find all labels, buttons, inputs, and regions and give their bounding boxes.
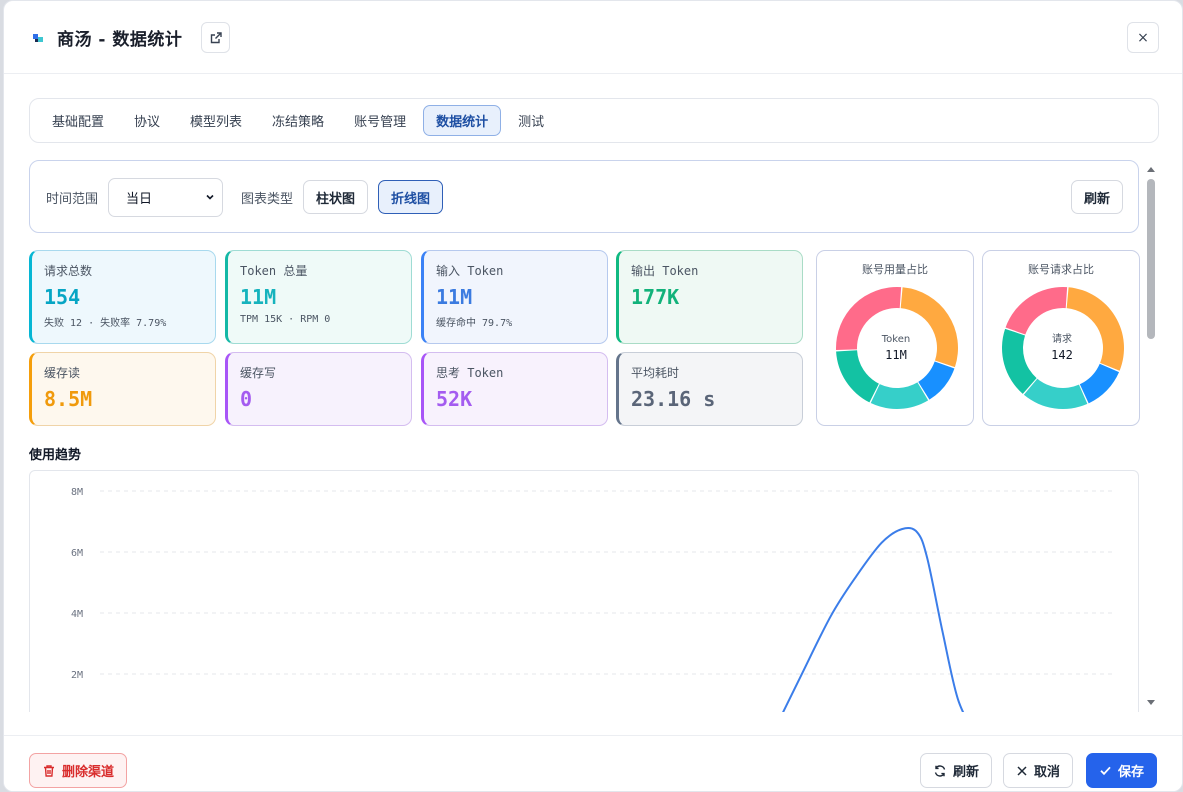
stat-value: 52K bbox=[436, 387, 473, 411]
stat-sub: 缓存命中 79.7% bbox=[436, 318, 513, 329]
stat-label: 输出 Token bbox=[631, 264, 699, 278]
tab-statistics[interactable]: 数据统计 bbox=[423, 105, 502, 136]
donut-slice[interactable] bbox=[1005, 287, 1068, 335]
tab-bar: 基础配置 协议 模型列表 冻结策略 账号管理 数据统计 测试 bbox=[29, 98, 1159, 143]
line-chart-button[interactable]: 折线图 bbox=[378, 180, 444, 214]
tab-protocol[interactable]: 协议 bbox=[121, 105, 173, 136]
donut-center-value: 142 bbox=[1051, 348, 1073, 362]
donut-slice[interactable] bbox=[900, 287, 958, 368]
delete-channel-button[interactable]: 删除渠道 bbox=[29, 753, 128, 788]
stat-card-output-token: 输出 Token 177K bbox=[616, 250, 803, 344]
stats-panel: 时间范围 当日 图表类型 柱状图 折线图 刷新 请求总数 154 失败 12 ·… bbox=[4, 156, 1164, 712]
refresh-stats-button[interactable]: 刷新 bbox=[1071, 180, 1124, 214]
stat-card-total-requests: 请求总数 154 失败 12 · 失败率 7.79% bbox=[29, 250, 216, 344]
stat-card-token-total: Token 总量 11M TPM 15K · RPM 0 bbox=[225, 250, 412, 344]
stat-sub: TPM 15K · RPM 0 bbox=[240, 314, 331, 325]
stat-card-input-token: 输入 Token 11M 缓存命中 79.7% bbox=[421, 250, 608, 344]
stat-card-cache-write: 缓存写 0 bbox=[225, 352, 412, 426]
tab-freeze-policy[interactable]: 冻结策略 bbox=[259, 105, 337, 136]
scroll-down-icon[interactable] bbox=[1146, 699, 1156, 707]
app-logo-icon bbox=[33, 34, 43, 42]
donut-slice[interactable] bbox=[1023, 378, 1088, 409]
stat-label: 请求总数 bbox=[44, 264, 93, 278]
tab-account-management[interactable]: 账号管理 bbox=[341, 105, 419, 136]
stat-value: 8.5M bbox=[44, 387, 93, 411]
y-tick-label: 4M bbox=[71, 609, 83, 620]
stat-label: 缓存写 bbox=[240, 366, 277, 380]
y-tick-label: 8M bbox=[71, 487, 83, 498]
bar-chart-button[interactable]: 柱状图 bbox=[303, 180, 369, 214]
y-tick-label: 6M bbox=[71, 548, 83, 559]
request-share-donut: 请求 142 bbox=[1002, 287, 1124, 409]
stat-value: 0 bbox=[240, 387, 253, 411]
refresh-icon bbox=[934, 764, 946, 777]
dialog-title: 商汤 - 数据统计 bbox=[57, 30, 183, 50]
delete-channel-label: 删除渠道 bbox=[62, 765, 115, 780]
dialog-footer: 删除渠道 刷新 取消 保存 bbox=[4, 735, 1182, 791]
save-label: 保存 bbox=[1118, 765, 1145, 780]
stat-value: 154 bbox=[44, 285, 81, 309]
check-icon bbox=[1100, 766, 1111, 776]
stat-value: 177K bbox=[631, 285, 680, 309]
stat-label: 思考 Token bbox=[436, 366, 504, 380]
chart-type-label: 图表类型 bbox=[241, 192, 294, 207]
y-tick-label: 2M bbox=[71, 670, 83, 681]
stat-value: 11M bbox=[240, 285, 277, 309]
time-range-select[interactable]: 当日 bbox=[108, 178, 223, 217]
scrollbar-thumb[interactable] bbox=[1147, 179, 1155, 339]
save-button[interactable]: 保存 bbox=[1086, 753, 1158, 788]
channel-dialog: 商汤 - 数据统计 × 基础配置 协议 模型列表 冻结策略 账号管理 数据统计 … bbox=[3, 0, 1183, 792]
series-line bbox=[782, 527, 965, 712]
stat-value: 23.16 s bbox=[631, 387, 716, 411]
external-link-icon bbox=[210, 31, 222, 43]
scroll-up-icon[interactable] bbox=[1146, 165, 1156, 173]
trend-title: 使用趋势 bbox=[29, 448, 82, 463]
close-button[interactable]: × bbox=[1127, 22, 1159, 53]
open-external-button[interactable] bbox=[201, 22, 230, 53]
cancel-label: 取消 bbox=[1034, 765, 1061, 780]
dialog-header: 商汤 - 数据统计 × bbox=[4, 1, 1182, 74]
x-icon bbox=[1017, 765, 1027, 776]
chevron-down-icon bbox=[206, 194, 214, 200]
usage-trend-chart: 8M 6M 4M 2M bbox=[29, 470, 1139, 712]
donut-card-usage-share: 账号用量占比 Token 11M bbox=[816, 250, 974, 426]
stat-value: 11M bbox=[436, 285, 473, 309]
filter-bar: 时间范围 当日 图表类型 柱状图 折线图 刷新 bbox=[29, 160, 1139, 233]
footer-refresh-button[interactable]: 刷新 bbox=[920, 753, 993, 788]
stat-label: 平均耗时 bbox=[631, 366, 680, 380]
usage-share-donut: Token 11M bbox=[836, 287, 958, 409]
donut-slice[interactable] bbox=[1002, 328, 1037, 394]
tab-basic-config[interactable]: 基础配置 bbox=[39, 105, 117, 136]
cancel-button[interactable]: 取消 bbox=[1003, 753, 1074, 788]
vertical-scrollbar[interactable] bbox=[1145, 161, 1159, 711]
trash-icon bbox=[44, 764, 54, 777]
tab-test[interactable]: 测试 bbox=[505, 105, 557, 136]
donut-center-label: 请求 bbox=[1052, 332, 1072, 345]
stat-label: 输入 Token bbox=[436, 264, 504, 278]
donut-slice[interactable] bbox=[836, 350, 879, 403]
donut-slice[interactable] bbox=[870, 382, 929, 409]
donut-center-label: Token bbox=[881, 334, 910, 345]
time-range-label: 时间范围 bbox=[46, 192, 99, 207]
stat-card-avg-latency: 平均耗时 23.16 s bbox=[616, 352, 803, 426]
donut-slice[interactable] bbox=[1066, 287, 1124, 371]
stat-card-thinking-token: 思考 Token 52K bbox=[421, 352, 608, 426]
tab-model-list[interactable]: 模型列表 bbox=[177, 105, 255, 136]
stat-sub: 失败 12 · 失败率 7.79% bbox=[44, 318, 167, 329]
time-range-value: 当日 bbox=[126, 192, 153, 207]
footer-refresh-label: 刷新 bbox=[953, 765, 980, 780]
donut-center-value: 11M bbox=[885, 348, 907, 362]
close-icon: × bbox=[1137, 29, 1149, 46]
stat-card-cache-read: 缓存读 8.5M bbox=[29, 352, 216, 426]
stat-label: 缓存读 bbox=[44, 366, 81, 380]
trend-chart-svg: 8M 6M 4M 2M bbox=[71, 487, 1115, 712]
donut-slice[interactable] bbox=[1079, 363, 1120, 404]
stat-label: Token 总量 bbox=[240, 264, 308, 278]
donut-card-request-share: 账号请求占比 请求 142 bbox=[982, 250, 1140, 426]
